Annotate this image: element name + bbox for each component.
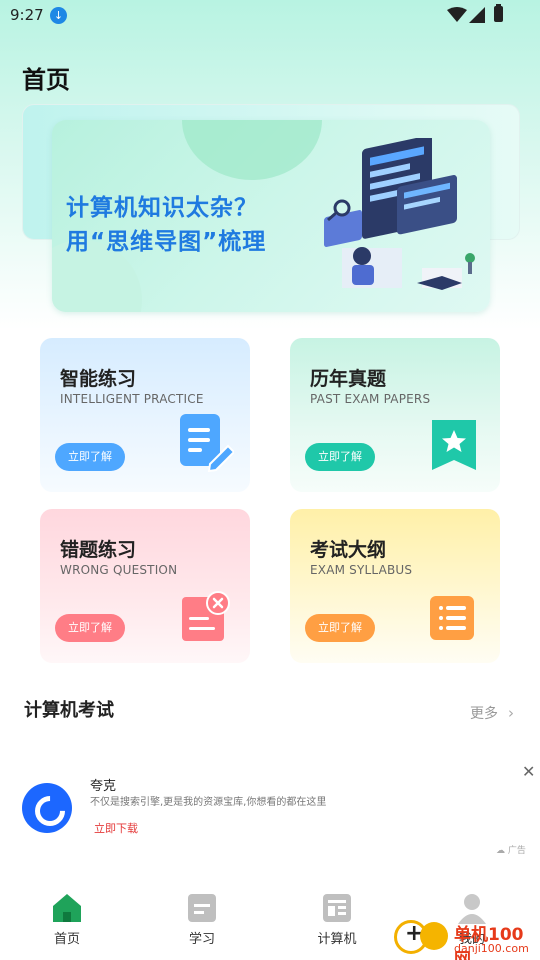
list-icon bbox=[430, 596, 474, 640]
watermark-url: danji100.com bbox=[454, 942, 529, 955]
nav-label: 学习 bbox=[188, 932, 215, 947]
nav-label: 首页 bbox=[53, 932, 80, 947]
feature-card-intelligent-practice[interactable]: 智能练习 INTELLIGENT PRACTICE 立即了解 bbox=[40, 338, 250, 492]
banner-card[interactable]: 计算机知识太杂？ 用“思维导图”梳理 bbox=[52, 120, 490, 312]
signal-icon bbox=[469, 7, 485, 23]
star-bookmark-icon bbox=[432, 420, 476, 470]
computer-icon bbox=[323, 894, 351, 922]
nav-home[interactable]: 首页 bbox=[27, 880, 107, 960]
quark-app-icon[interactable] bbox=[22, 783, 72, 833]
ad-download-button[interactable]: 立即下载 bbox=[94, 820, 138, 836]
learn-more-button[interactable]: 立即了解 bbox=[305, 614, 375, 642]
chevron-right-icon[interactable]: › bbox=[508, 704, 514, 722]
more-link[interactable]: 更多 bbox=[470, 703, 498, 723]
wifi-icon bbox=[447, 7, 467, 22]
feature-card-exam-syllabus[interactable]: 考试大纲 EXAM SYLLABUS 立即了解 bbox=[290, 509, 500, 663]
status-bar: 9:27 ↓ bbox=[0, 0, 540, 30]
computer-study-illustration bbox=[324, 138, 475, 290]
card-subtitle: WRONG QUESTION bbox=[60, 563, 178, 577]
watermark-logo-icon bbox=[420, 922, 448, 950]
study-icon bbox=[188, 894, 216, 922]
wrong-note-icon bbox=[182, 591, 230, 641]
learn-more-button[interactable]: 立即了解 bbox=[55, 443, 125, 471]
nav-label: 计算机 bbox=[317, 932, 357, 947]
nav-computer[interactable]: 计算机 bbox=[297, 880, 377, 960]
download-icon: ↓ bbox=[50, 7, 67, 24]
feature-card-past-exam[interactable]: 历年真题 PAST EXAM PAPERS 立即了解 bbox=[290, 338, 500, 492]
card-subtitle: INTELLIGENT PRACTICE bbox=[60, 392, 204, 406]
ad-title[interactable]: 夸克 bbox=[90, 775, 116, 794]
card-subtitle: EXAM SYLLABUS bbox=[310, 563, 413, 577]
feature-card-wrong-question[interactable]: 错题练习 WRONG QUESTION 立即了解 bbox=[40, 509, 250, 663]
document-edit-icon bbox=[180, 414, 234, 472]
card-title: 历年真题 bbox=[310, 368, 387, 390]
banner-subheadline: 用“思维导图”梳理 bbox=[66, 229, 267, 255]
nav-study[interactable]: 学习 bbox=[162, 880, 242, 960]
battery-icon bbox=[494, 4, 503, 22]
site-watermark: 单机100网 danji100.com bbox=[390, 912, 540, 960]
banner-headline: 计算机知识太杂？ bbox=[66, 195, 258, 221]
card-subtitle: PAST EXAM PAPERS bbox=[310, 392, 431, 406]
learn-more-button[interactable]: 立即了解 bbox=[55, 614, 125, 642]
ad-label: ☁ 广告 bbox=[496, 846, 526, 856]
home-icon bbox=[53, 894, 81, 922]
ad-description: 不仅是搜索引擎,更是我的资源宝库,你想看的都在这里 bbox=[90, 797, 327, 808]
close-icon[interactable]: ✕ bbox=[522, 762, 535, 781]
status-time: 9:27 bbox=[10, 6, 44, 24]
banner-decoration bbox=[182, 120, 322, 180]
ad-tag-text: 广告 bbox=[507, 846, 526, 856]
learn-more-button[interactable]: 立即了解 bbox=[305, 443, 375, 471]
page-title: 首页 bbox=[22, 66, 70, 94]
card-title: 错题练习 bbox=[60, 539, 137, 561]
card-title: 考试大纲 bbox=[310, 539, 387, 561]
section-title: 计算机考试 bbox=[24, 700, 114, 721]
card-title: 智能练习 bbox=[60, 368, 137, 390]
